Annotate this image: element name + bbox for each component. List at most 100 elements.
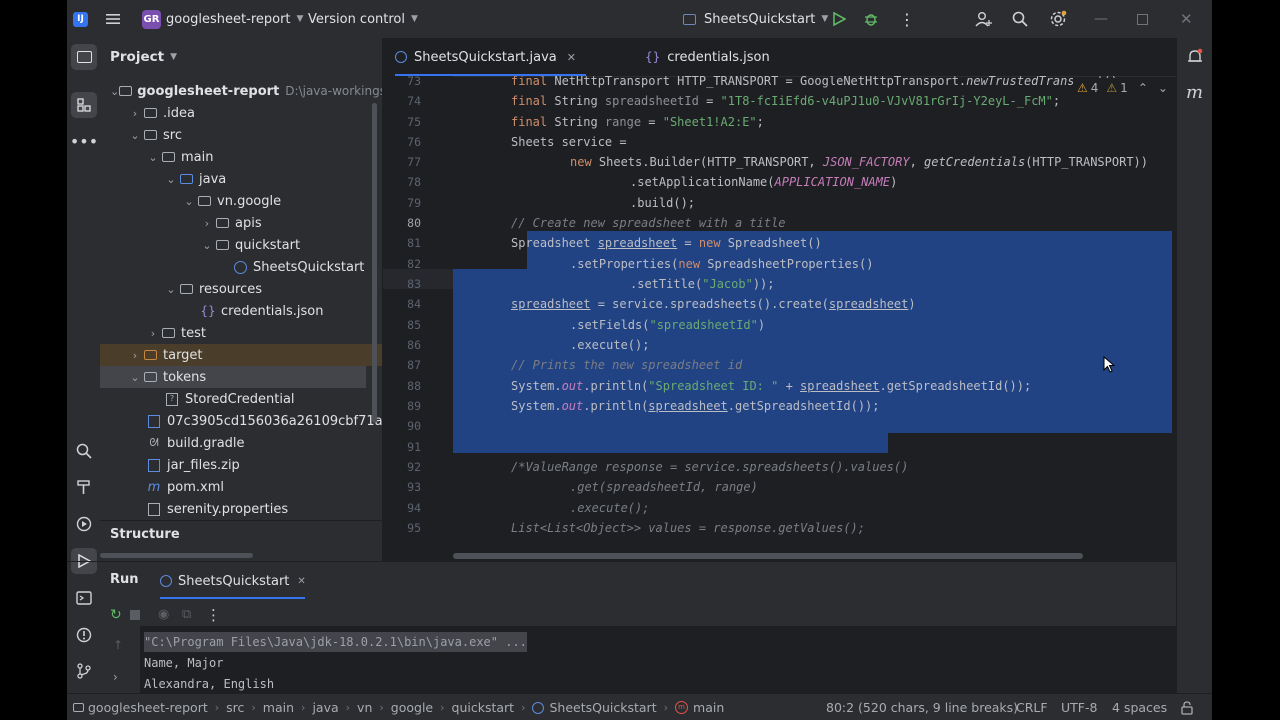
chevron-right-icon[interactable]: › — [200, 217, 214, 230]
tab-sheetsquickstart-java[interactable]: SheetsQuickstart.java ✕ — [395, 38, 586, 76]
git-tool-button[interactable] — [71, 658, 97, 684]
tree-item-test[interactable]: › test — [100, 322, 382, 344]
tab-run-config[interactable]: SheetsQuickstart ✕ — [160, 562, 306, 600]
run-config-selector[interactable]: SheetsQuickstart ▼ — [683, 0, 828, 38]
maximize-button[interactable] — [1137, 0, 1148, 38]
breadcrumb-item[interactable]: java — [312, 700, 338, 715]
code-area[interactable]: final NetHttpTransport HTTP_TRANSPORT = … — [453, 76, 1172, 561]
chevron-down-icon[interactable]: ▼ — [170, 52, 177, 62]
editor-horizontal-scrollbar[interactable] — [453, 553, 1083, 559]
tree-item-vn-google[interactable]: ⌄ vn.google — [100, 190, 382, 212]
tree-item-src[interactable]: ⌄ src — [100, 124, 382, 146]
stop-button[interactable] — [130, 610, 140, 620]
tree-item-idea[interactable]: › .idea — [100, 102, 382, 124]
structure-tool-button[interactable] — [71, 92, 97, 118]
chevron-right-icon[interactable]: › — [128, 349, 142, 362]
console-output[interactable]: "C:\Program Files\Java\jdk-18.0.2.1\bin\… — [140, 626, 1200, 693]
project-tool-button[interactable] — [71, 44, 97, 70]
tree-item-target[interactable]: › target — [100, 344, 382, 366]
tree-item-storedcredential[interactable]: ? StoredCredential — [100, 388, 382, 410]
more-actions-button[interactable]: ⋮ — [899, 0, 915, 38]
git-branch-icon — [77, 663, 91, 679]
line-separator[interactable]: CRLF — [1016, 700, 1048, 715]
caret-position[interactable]: 80:2 (520 chars, 9 line breaks) — [826, 700, 1018, 715]
maven-tool-button[interactable]: m — [1186, 82, 1203, 103]
chevron-down-icon[interactable]: ⌄ — [128, 129, 142, 142]
chevron-down-icon[interactable]: ⌄ — [164, 173, 178, 186]
file-encoding[interactable]: UTF-8 — [1061, 700, 1097, 715]
close-tab-icon[interactable]: ✕ — [297, 576, 305, 587]
structure-scrollbar[interactable] — [100, 553, 253, 558]
tree-item-label: java — [199, 171, 227, 187]
breadcrumb-item[interactable]: SheetsQuickstart — [549, 700, 656, 715]
vcs-selector[interactable]: Version control ▼ — [308, 0, 418, 38]
chevron-down-icon[interactable]: ⌄ — [110, 85, 119, 98]
run-panel-title[interactable]: Run — [110, 572, 139, 587]
run-button[interactable] — [832, 0, 846, 38]
debug-button[interactable] — [863, 0, 879, 38]
main-menu-button[interactable] — [105, 0, 121, 38]
scroll-up-button[interactable]: ↑ — [113, 638, 123, 652]
tree-item-serenity-properties[interactable]: serenity.properties — [100, 498, 382, 520]
more-run-actions[interactable]: ⋮ — [206, 606, 221, 624]
chevron-up-icon[interactable]: ⌃ — [1138, 81, 1148, 95]
find-tool-button[interactable] — [71, 438, 97, 464]
inspection-widget[interactable]: ⚠ 4 ⚠ 1 ⌃ ⌄ — [1073, 78, 1172, 98]
project-panel-title[interactable]: Project — [110, 49, 164, 65]
restore-layout-button[interactable]: ⧉ — [182, 607, 191, 622]
close-window-button[interactable]: ✕ — [1180, 0, 1193, 38]
project-name: googlesheet-report — [166, 11, 291, 27]
tree-item-image-file[interactable]: 07c3905cd156036a26109cbf71ad2ed — [100, 410, 382, 432]
folder-icon — [73, 703, 84, 712]
tree-item-resources[interactable]: ⌄ resources — [100, 278, 382, 300]
breadcrumb-item[interactable]: main — [693, 700, 724, 715]
chevron-down-icon[interactable]: ⌄ — [164, 283, 178, 296]
breadcrumb-item[interactable]: vn — [357, 700, 372, 715]
breadcrumb-item[interactable]: quickstart — [452, 700, 515, 715]
tree-item-tokens[interactable]: ⌄ tokens — [100, 366, 366, 388]
screenshot-button[interactable]: ◉ — [158, 607, 169, 622]
rerun-button[interactable]: ↻ — [110, 607, 122, 623]
line-number: 92 — [407, 460, 421, 474]
tree-item-build-gradle[interactable]: ᘛ build.gradle — [100, 432, 382, 454]
breadcrumb-item[interactable]: google — [391, 700, 433, 715]
notifications-button[interactable] — [1186, 48, 1204, 70]
tree-item-credentials-json[interactable]: {} credentials.json — [100, 300, 382, 322]
chevron-down-icon[interactable]: ⌄ — [1158, 81, 1168, 95]
tree-item-pom-xml[interactable]: m pom.xml — [100, 476, 382, 498]
tree-item-main[interactable]: ⌄ main — [100, 146, 382, 168]
tree-item-java[interactable]: ⌄ java — [100, 168, 382, 190]
chevron-down-icon[interactable]: ⌄ — [146, 151, 160, 164]
services-tool-button[interactable] — [71, 511, 97, 537]
close-tab-icon[interactable]: ✕ — [567, 51, 576, 64]
chevron-right-icon[interactable]: › — [146, 327, 160, 340]
search-button[interactable] — [1012, 0, 1028, 38]
project-scrollbar[interactable] — [372, 103, 377, 423]
chevron-down-icon[interactable]: ⌄ — [200, 239, 214, 252]
add-profile-button[interactable] — [975, 0, 993, 38]
chevron-right-icon[interactable]: › — [128, 107, 142, 120]
tree-item-jar-files-zip[interactable]: jar_files.zip — [100, 454, 382, 476]
more-tools-button[interactable]: ••• — [70, 128, 98, 154]
breadcrumb-item[interactable]: main — [263, 700, 294, 715]
settings-button[interactable] — [1049, 0, 1067, 38]
project-selector[interactable]: GR googlesheet-report ▼ — [142, 0, 303, 38]
tree-item-sheetsquickstart[interactable]: SheetsQuickstart — [100, 256, 382, 278]
tree-item-apis[interactable]: › apis — [100, 212, 382, 234]
breadcrumb-item[interactable]: src — [226, 700, 244, 715]
app-logo-icon[interactable]: IJ — [73, 0, 88, 38]
problems-tool-button[interactable] — [71, 622, 97, 648]
breadcrumb-item[interactable]: googlesheet-report — [88, 700, 208, 715]
chevron-down-icon[interactable]: ⌄ — [128, 371, 142, 384]
tab-credentials-json[interactable]: {} credentials.json — [645, 38, 770, 76]
readonly-toggle[interactable] — [1180, 700, 1194, 715]
indent-setting[interactable]: 4 spaces — [1112, 700, 1167, 715]
tree-item-quickstart[interactable]: ⌄ quickstart — [100, 234, 382, 256]
chevron-down-icon[interactable]: ⌄ — [182, 195, 196, 208]
tree-item-project-root[interactable]: ⌄ googlesheet-report D:\java-workingsp — [100, 80, 382, 102]
minimize-button[interactable]: — — [1094, 0, 1108, 38]
terminal-tool-button[interactable] — [71, 585, 97, 611]
build-tool-button[interactable] — [71, 474, 97, 500]
expand-button[interactable]: › — [113, 670, 118, 684]
structure-title[interactable]: Structure — [110, 527, 180, 542]
